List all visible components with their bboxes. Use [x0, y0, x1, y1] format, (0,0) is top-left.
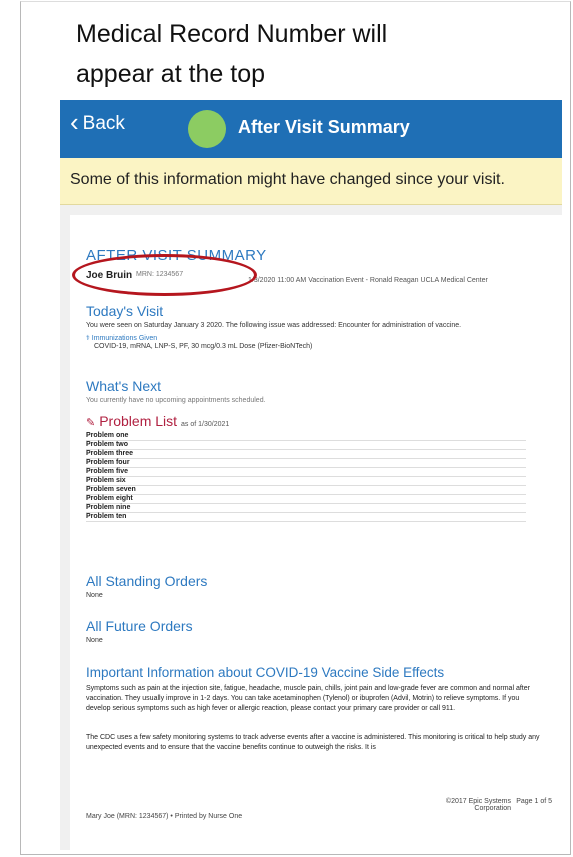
- back-label: Back: [82, 112, 125, 134]
- footer-copyright: ©2017 Epic Systems Corporation: [445, 798, 511, 812]
- notice-text: Some of this information might have chan…: [70, 171, 505, 188]
- document-page[interactable]: AFTER VISIT SUMMARY Joe Bruin MRN: 12345…: [70, 215, 562, 850]
- future-orders-title: All Future Orders: [86, 618, 193, 634]
- future-orders-text: None: [86, 637, 103, 644]
- problem-list-icon: ✎: [86, 417, 96, 429]
- covid-info-paragraph-1: Symptoms such as pain at the injection s…: [86, 685, 530, 712]
- problem-list-date: as of 1/30/2021: [181, 421, 230, 428]
- caption-text: Medical Record Number will appear at the…: [76, 14, 516, 94]
- caption-line-2: appear at the top: [76, 60, 266, 88]
- change-notice-banner: Some of this information might have chan…: [60, 158, 562, 205]
- footer-printed: Mary Joe (MRN: 1234567) • Printed by Nur…: [86, 813, 243, 820]
- problem-list-title: ✎ Problem List as of 1/30/2021: [86, 413, 229, 429]
- visit-info: 1/3/2020 11:00 AM Vaccination Event - Ro…: [248, 277, 488, 284]
- whats-next-text: You currently have no upcoming appointme…: [86, 397, 266, 404]
- standing-orders-title: All Standing Orders: [86, 573, 208, 589]
- footer-page: Page 1 of 5: [516, 798, 552, 805]
- immunizations-label[interactable]: ⚕ Immunizations Given: [86, 334, 157, 342]
- todays-visit-title: Today's Visit: [86, 303, 164, 319]
- immunizations-label-text: Immunizations Given: [91, 335, 158, 342]
- highlight-oval: [72, 254, 257, 296]
- problem-list-item: Problem ten: [86, 512, 526, 522]
- nav-bar: ‹ Back After Visit Summary: [60, 100, 562, 158]
- phone-screen: ‹ Back After Visit Summary Some of this …: [60, 100, 562, 850]
- syringe-icon: ⚕: [86, 335, 90, 342]
- page-title: After Visit Summary: [238, 117, 410, 137]
- standing-orders-text: None: [86, 592, 103, 599]
- avatar: [188, 110, 226, 148]
- whats-next-title: What's Next: [86, 378, 162, 394]
- chevron-left-icon: ‹: [70, 107, 79, 137]
- back-button[interactable]: ‹ Back: [70, 107, 125, 137]
- caption-line-1: Medical Record Number will: [76, 20, 388, 48]
- problem-list-title-text: Problem List: [99, 413, 178, 429]
- todays-visit-text: You were seen on Saturday January 3 2020…: [86, 322, 462, 329]
- immunization-item: COVID-19, mRNA, LNP-S, PF, 30 mcg/0.3 mL…: [94, 343, 313, 350]
- covid-info-paragraph-2: The CDC uses a few safety monitoring sys…: [86, 734, 540, 751]
- covid-info-title: Important Information about COVID-19 Vac…: [86, 665, 445, 680]
